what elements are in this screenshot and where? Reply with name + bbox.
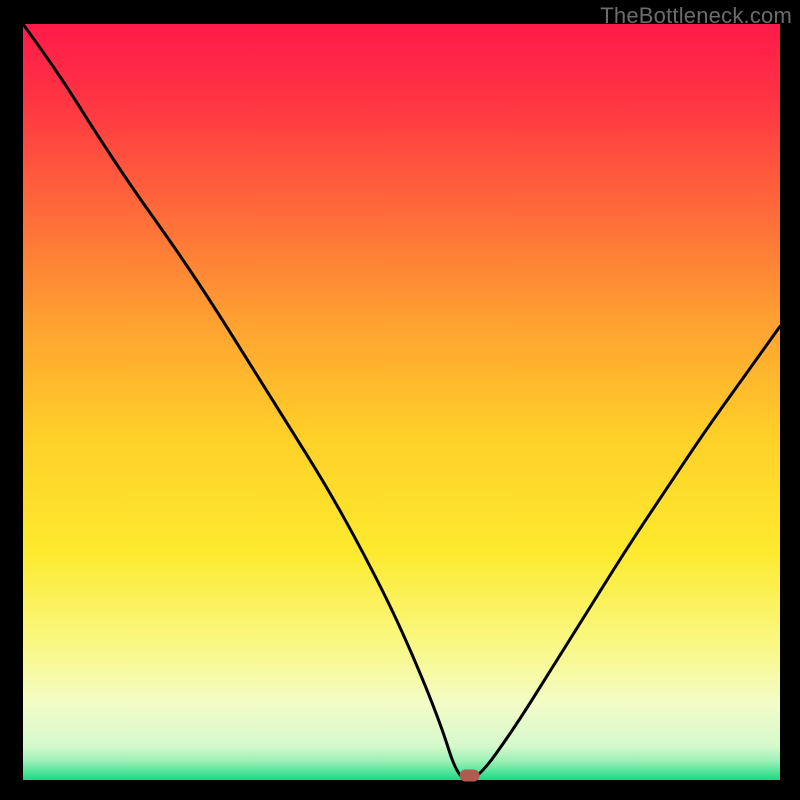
optimal-point-marker bbox=[460, 769, 480, 781]
chart-container: TheBottleneck.com bbox=[0, 0, 800, 800]
gradient-background bbox=[23, 24, 780, 780]
bottleneck-chart bbox=[0, 0, 800, 800]
watermark-text: TheBottleneck.com bbox=[600, 3, 792, 29]
